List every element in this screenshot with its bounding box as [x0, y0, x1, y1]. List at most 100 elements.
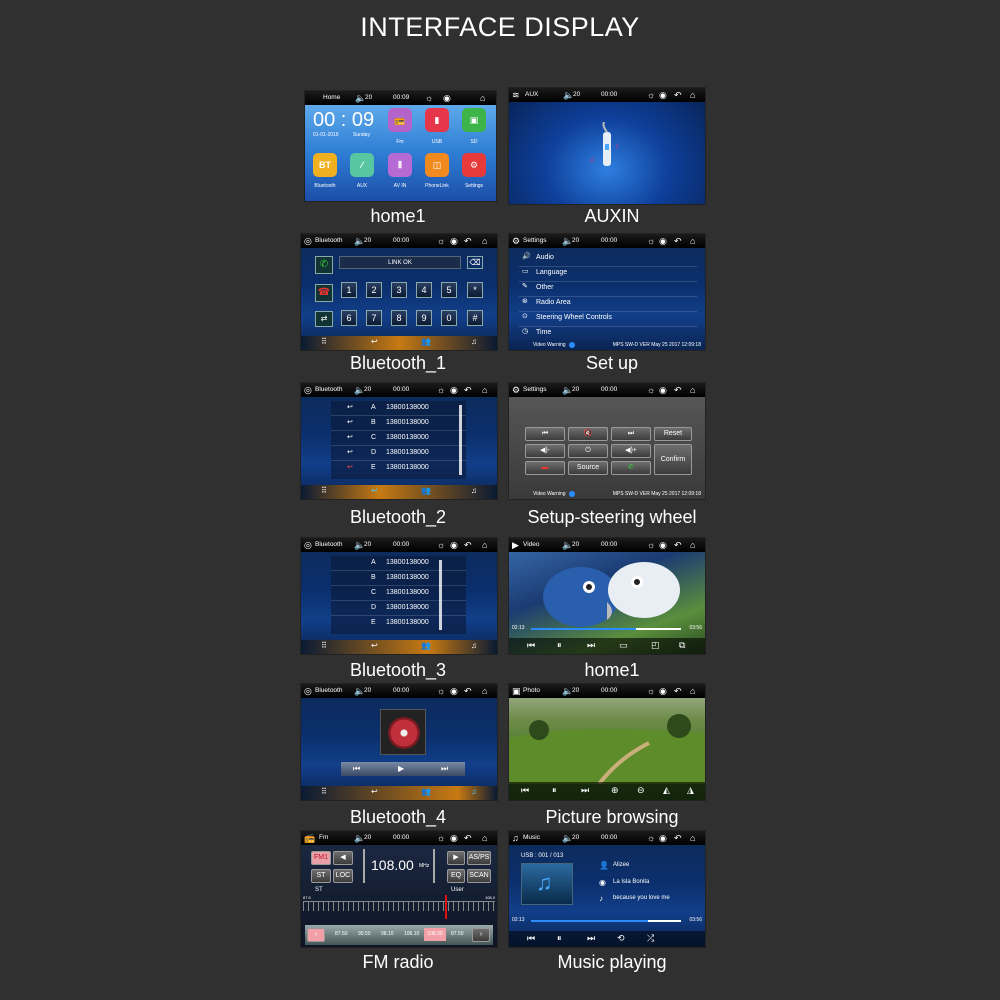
mode-icon[interactable]: ◉ — [450, 383, 458, 397]
sd-app-icon[interactable]: ▣ — [462, 108, 486, 132]
settings-app-icon[interactable]: ⚙ — [462, 153, 486, 177]
prev-track-button[interactable]: ⏮ — [525, 427, 565, 441]
call-log-tab-icon[interactable]: ↩ — [371, 787, 378, 796]
subtitle-icon[interactable]: ▭ — [619, 640, 628, 651]
next-icon[interactable]: ⏭ — [441, 764, 448, 774]
power-button[interactable]: ⏻ — [568, 444, 608, 458]
dial-key-hash[interactable]: # — [467, 310, 483, 326]
brightness-icon[interactable]: ☼ — [437, 383, 445, 397]
home-icon[interactable]: ⌂ — [690, 383, 695, 397]
settings-item-time[interactable]: ◷ Time — [519, 327, 697, 342]
mode-icon[interactable]: ◉ — [659, 831, 667, 845]
dialpad-tab-icon[interactable]: ⠿ — [321, 337, 327, 346]
eq-button[interactable]: EQ — [447, 869, 465, 883]
dial-key-6[interactable]: 6 — [341, 310, 357, 326]
back-icon[interactable]: ↶ — [674, 383, 682, 397]
dial-key-3[interactable]: 3 — [391, 282, 407, 298]
hangup-button[interactable]: ☎ — [315, 284, 333, 302]
contacts-tab-icon[interactable]: 👥 — [421, 787, 431, 796]
volume-up-button[interactable]: ◀)+ — [611, 444, 651, 458]
mode-icon[interactable]: ◉ — [659, 234, 667, 248]
confirm-button[interactable]: Confirm — [654, 444, 692, 475]
frequency-scale[interactable] — [303, 901, 495, 911]
source-button[interactable]: Source — [568, 461, 608, 475]
preset-item-active[interactable]: 108.00 — [424, 928, 446, 941]
contacts-tab-icon[interactable]: 👥 — [421, 641, 431, 650]
play-icon[interactable]: ▶ — [398, 764, 404, 773]
back-icon[interactable]: ↶ — [674, 831, 682, 845]
aspect-icon[interactable]: ◰ — [651, 640, 660, 651]
loc-button[interactable]: LOC — [333, 869, 353, 883]
mode-icon[interactable]: ◉ — [659, 88, 667, 102]
list-item[interactable]: ↩ E 13800138000 — [331, 461, 466, 476]
as-ps-button[interactable]: AS/PS — [467, 851, 491, 865]
list-item[interactable]: ↩ B 13800138000 — [331, 416, 466, 431]
preset-item[interactable]: 90.50 — [358, 931, 371, 937]
home-icon[interactable]: ⌂ — [480, 91, 485, 105]
prev-icon[interactable]: ⏮ — [353, 764, 360, 774]
back-icon[interactable]: ↶ — [464, 234, 472, 248]
back-icon[interactable]: ↶ — [464, 538, 472, 552]
back-icon[interactable]: ↶ — [674, 234, 682, 248]
next-track-button[interactable]: ⏭ — [611, 427, 651, 441]
list-item[interactable]: A 13800138000 — [331, 556, 466, 571]
dial-key-0[interactable]: 0 — [441, 310, 457, 326]
settings-item-audio[interactable]: 🔊 Audio — [519, 252, 697, 267]
home-icon[interactable]: ⌂ — [482, 684, 487, 698]
mute-button[interactable]: 🔇 — [568, 427, 608, 441]
back-icon[interactable]: ↶ — [464, 383, 472, 397]
home-icon[interactable]: ⌂ — [690, 88, 695, 102]
list-item[interactable]: D 13800138000 — [331, 601, 466, 616]
tuning-needle[interactable] — [445, 895, 447, 919]
brightness-icon[interactable]: ☼ — [647, 88, 655, 102]
contacts-tab-icon[interactable]: 👥 — [421, 486, 431, 495]
mode-icon[interactable]: ◉ — [659, 684, 667, 698]
dial-key-9[interactable]: 9 — [416, 310, 432, 326]
transfer-button[interactable]: ⇄ — [315, 311, 333, 327]
video-warning-toggle[interactable] — [569, 491, 575, 497]
prev-icon[interactable]: ⏮ — [521, 785, 529, 796]
dialpad-tab-icon[interactable]: ⠿ — [321, 486, 327, 495]
list-item[interactable]: E 13800138000 — [331, 616, 466, 631]
brightness-icon[interactable]: ☼ — [425, 91, 433, 105]
scan-button[interactable]: SCAN — [467, 869, 491, 883]
back-icon[interactable]: ↶ — [674, 684, 682, 698]
list-item[interactable]: C 13800138000 — [331, 586, 466, 601]
list-item[interactable]: B 13800138000 — [331, 571, 466, 586]
call-log-tab-icon[interactable]: ↩ — [371, 337, 378, 346]
music-tab-icon[interactable]: ♫ — [471, 337, 477, 346]
dialpad-tab-icon[interactable]: ⠿ — [321, 641, 327, 650]
scrollbar[interactable] — [439, 560, 442, 630]
mode-icon[interactable]: ◉ — [659, 383, 667, 397]
repeat-icon[interactable]: ⟲ — [617, 933, 625, 944]
home-icon[interactable]: ⌂ — [690, 538, 695, 552]
mode-icon[interactable]: ◉ — [443, 91, 451, 105]
list-item[interactable]: ↩ C 13800138000 — [331, 431, 466, 446]
volume-down-button[interactable]: ◀)- — [525, 444, 565, 458]
settings-item-steering[interactable]: ⊙ Steering Wheel Controls — [519, 312, 697, 327]
home-icon[interactable]: ⌂ — [482, 831, 487, 845]
call-log-tab-icon[interactable]: ↩ — [371, 641, 378, 650]
settings-item-radio-area[interactable]: ⊛ Radio Area — [519, 297, 697, 312]
back-icon[interactable]: ↶ — [674, 88, 682, 102]
preset-prev-button[interactable]: ‹ — [307, 928, 325, 942]
mode-icon[interactable]: ◉ — [450, 538, 458, 552]
preset-item[interactable]: 98.10 — [381, 931, 394, 937]
contacts-tab-icon[interactable]: 👥 — [421, 337, 431, 346]
zoom-in-icon[interactable]: ⊕ — [611, 785, 619, 796]
mode-icon[interactable]: ◉ — [659, 538, 667, 552]
brightness-icon[interactable]: ☼ — [647, 234, 655, 248]
mode-icon[interactable]: ◉ — [450, 234, 458, 248]
phonelink-app-icon[interactable]: ◫ — [425, 153, 449, 177]
mode-icon[interactable]: ◉ — [450, 684, 458, 698]
prev-icon[interactable]: ⏮ — [527, 640, 535, 651]
next-icon[interactable]: ⏭ — [587, 640, 595, 651]
music-tab-icon[interactable]: ♫ — [471, 486, 477, 495]
video-warning-toggle[interactable] — [569, 342, 575, 348]
bluetooth-app-icon[interactable]: BT — [313, 153, 337, 177]
home-icon[interactable]: ⌂ — [690, 831, 695, 845]
scrollbar[interactable] — [459, 405, 462, 475]
shuffle-icon[interactable]: ⤮ — [647, 933, 654, 944]
aux-app-icon[interactable]: ⁄ — [350, 153, 374, 177]
video-progress-track[interactable] — [531, 628, 681, 630]
